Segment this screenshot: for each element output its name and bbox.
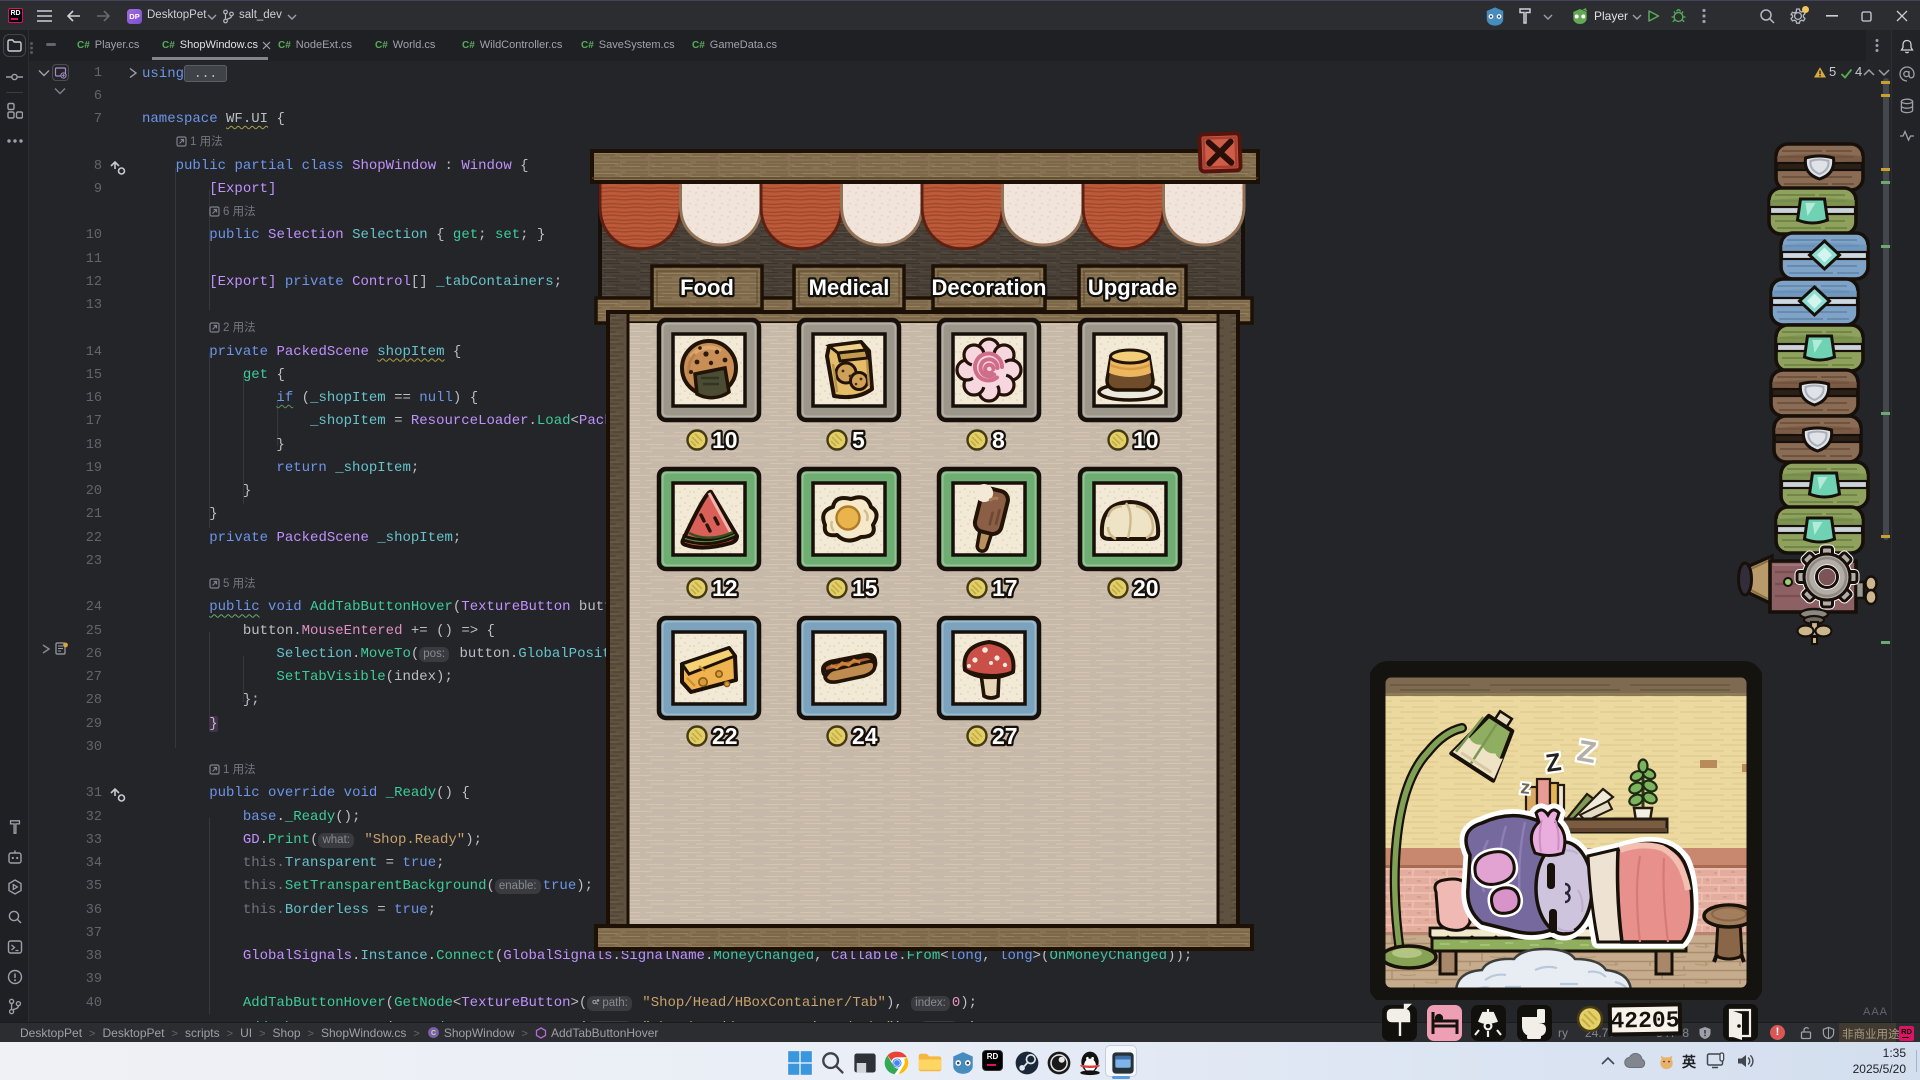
svg-text:12: 12 xyxy=(712,575,738,601)
svg-text:20: 20 xyxy=(1133,575,1159,601)
svg-text:42205: 42205 xyxy=(1610,1007,1679,1034)
svg-text:Decoration: Decoration xyxy=(932,275,1047,300)
svg-text:27: 27 xyxy=(992,723,1018,749)
svg-text:5: 5 xyxy=(852,427,865,453)
svg-text:Food: Food xyxy=(680,275,734,300)
svg-text:10: 10 xyxy=(712,427,738,453)
svg-text:22: 22 xyxy=(712,723,738,749)
svg-text:15: 15 xyxy=(852,575,878,601)
svg-text:Upgrade: Upgrade xyxy=(1088,275,1177,300)
svg-text:24: 24 xyxy=(852,723,878,749)
svg-text:C: C xyxy=(431,1030,436,1037)
svg-text:8: 8 xyxy=(992,427,1005,453)
svg-text:10: 10 xyxy=(1133,427,1159,453)
svg-text:Medical: Medical xyxy=(809,275,890,300)
svg-text:17: 17 xyxy=(992,575,1018,601)
